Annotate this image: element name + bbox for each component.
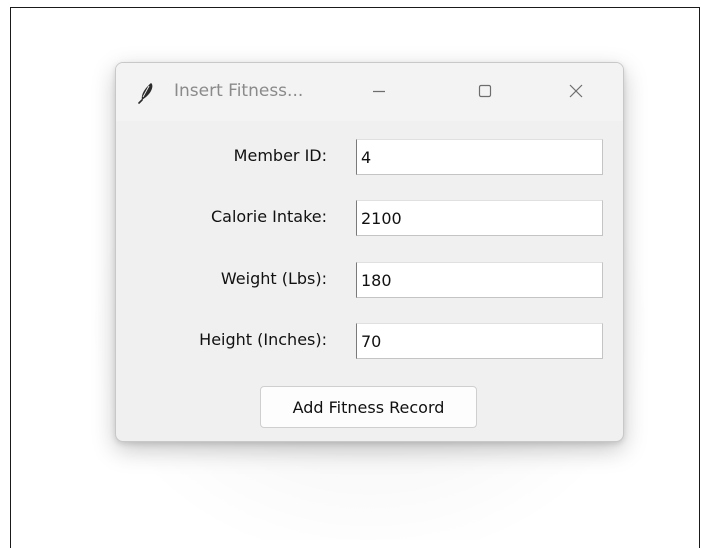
calorie-intake-row: Calorie Intake: <box>116 198 623 238</box>
height-label: Height (Inches): <box>199 330 327 349</box>
member-id-row: Member ID: <box>116 137 623 177</box>
maximize-button[interactable] <box>462 75 508 111</box>
title-bar[interactable]: Insert Fitness... <box>116 63 623 121</box>
window-title: Insert Fitness... <box>174 81 304 101</box>
height-row: Height (Inches): <box>116 321 623 361</box>
minimize-icon <box>371 83 387 103</box>
close-icon <box>567 82 585 104</box>
weight-input[interactable] <box>356 262 603 298</box>
height-input[interactable] <box>356 323 603 359</box>
close-button[interactable] <box>553 75 599 111</box>
feather-icon <box>136 82 156 104</box>
member-id-label: Member ID: <box>233 146 327 165</box>
calorie-intake-input[interactable] <box>356 200 603 236</box>
member-id-input[interactable] <box>356 139 603 175</box>
add-fitness-record-button[interactable]: Add Fitness Record <box>260 386 477 428</box>
maximize-icon <box>477 83 493 103</box>
insert-fitness-window: Insert Fitness... Member ID: 4 Calorie I… <box>115 62 624 442</box>
weight-label: Weight (Lbs): <box>220 269 327 288</box>
weight-row: Weight (Lbs): <box>116 260 623 300</box>
calorie-intake-label: Calorie Intake: <box>210 207 327 226</box>
minimize-button[interactable] <box>356 75 402 111</box>
